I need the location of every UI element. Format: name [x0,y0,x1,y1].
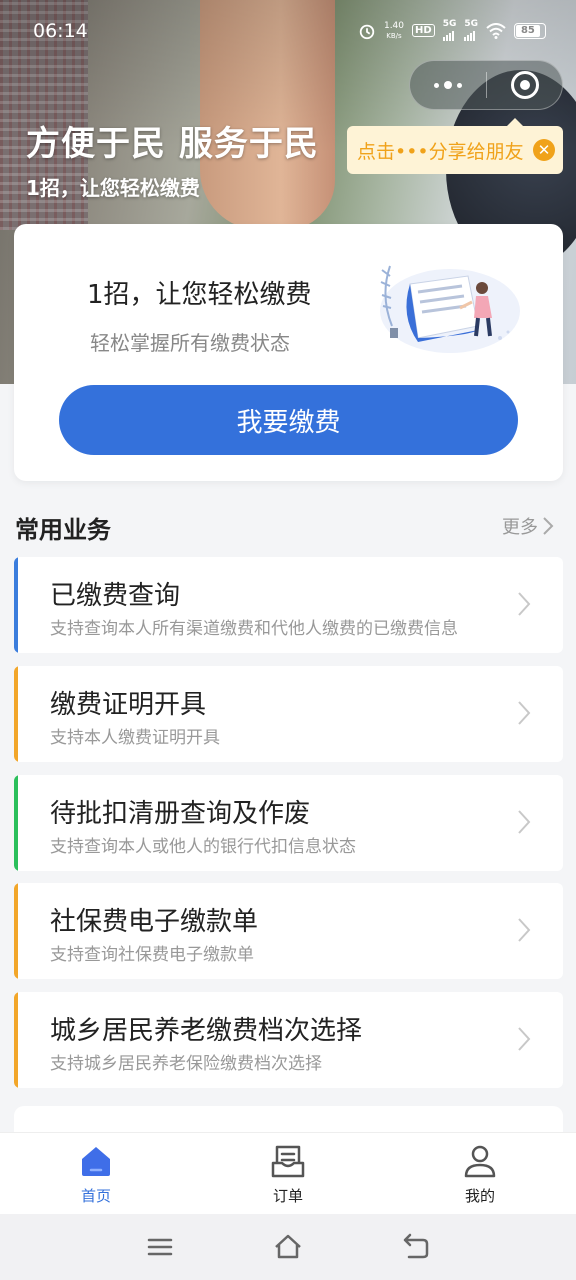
chevron-right-icon [518,592,531,616]
signal-icon: 5G [442,19,457,41]
battery-icon: 85 [514,22,546,39]
share-tip-text: 点击•••分享给朋友 [357,140,524,163]
hero-title: 方便于民 服务于民 [26,124,319,164]
system-nav-bar [0,1214,576,1280]
user-icon [464,1145,496,1178]
sim1-label: 5G [442,19,457,29]
close-miniprogram-button[interactable] [487,71,562,99]
net-speed-unit: KB/s [386,31,402,40]
document-illustration [380,265,520,353]
service-item-pension-level[interactable]: 城乡居民养老缴费档次选择 支持城乡居民养老保险缴费档次选择 [14,992,563,1088]
tab-profile[interactable]: 我的 [384,1133,576,1214]
service-accent-bar [14,992,18,1088]
service-accent-bar [14,666,18,762]
order-icon [271,1145,305,1178]
service-name: 城乡居民养老缴费档次选择 [50,1016,363,1046]
battery-level: 85 [516,24,540,37]
service-item-e-payment-slip[interactable]: 社保费电子缴款单 支持查询社保费电子缴款单 [14,883,563,979]
service-name: 已缴费查询 [50,581,181,611]
tab-label: 订单 [272,1187,303,1205]
pay-card: 1招，让您轻松缴费 轻松掌握所有缴费状态 我要缴费 [14,224,563,481]
more-link[interactable]: 更多 [502,513,554,539]
miniprogram-capsule [409,60,563,110]
service-item-pending-deduction[interactable]: 待批扣清册查询及作废 支持查询本人或他人的银行代扣信息状态 [14,775,563,871]
section-title: 常用业务 [15,516,111,544]
tab-orders[interactable]: 订单 [192,1133,384,1214]
close-icon[interactable]: ✕ [533,139,555,161]
chevron-right-icon [543,517,554,535]
service-item-paid-query[interactable]: 已缴费查询 支持查询本人所有渠道缴费和代他人缴费的已缴费信息 [14,557,563,653]
more-link-label: 更多 [502,517,538,538]
wifi-icon [486,22,506,39]
back-icon [403,1233,429,1259]
home-button[interactable] [272,1231,304,1263]
target-icon [510,71,539,99]
home-outline-icon [275,1234,301,1259]
service-name: 社保费电子缴款单 [50,907,259,937]
chevron-right-icon [518,810,531,834]
hero-subtitle: 1招，让您轻松缴费 [26,176,200,200]
service-accent-bar [14,557,18,653]
pay-now-button[interactable]: 我要缴费 [59,385,518,455]
net-speed: 1.40 KB/s [384,21,404,41]
menu-icon [147,1238,173,1256]
status-bar: 06:14 1.40 KB/s HD 5G 5G 85 [0,0,576,62]
service-item-payment-certificate[interactable]: 缴费证明开具 支持本人缴费证明开具 [14,666,563,762]
tab-bar: 首页 订单 我的 [0,1132,576,1214]
service-note: 支持查询社保费电子缴款单 [50,945,254,965]
status-time: 06:14 [33,20,88,42]
service-note: 支持查询本人或他人的银行代扣信息状态 [50,837,356,857]
sim2-label: 5G [464,19,478,29]
more-menu-button[interactable] [410,61,486,109]
service-accent-bar [14,775,18,871]
tab-home[interactable]: 首页 [0,1133,192,1214]
service-note: 支持城乡居民养老保险缴费档次选择 [50,1054,322,1074]
pay-card-desc: 轻松掌握所有缴费状态 [90,331,290,355]
menu-button[interactable] [144,1231,176,1263]
chevron-right-icon [518,701,531,725]
net-speed-value: 1.40 [383,20,405,31]
service-note: 支持查询本人所有渠道缴费和代他人缴费的已缴费信息 [50,619,458,639]
back-button[interactable] [400,1231,432,1263]
share-tip[interactable]: 点击•••分享给朋友 ✕ [347,118,563,174]
service-name: 缴费证明开具 [50,690,207,720]
service-accent-bar [14,883,18,979]
status-icons: 1.40 KB/s HD 5G 5G 85 [358,20,546,41]
pay-card-title: 1招，让您轻松缴费 [87,280,312,310]
alarm-icon [359,24,375,39]
chevron-right-icon [518,1027,531,1051]
home-icon [82,1147,110,1176]
service-note: 支持本人缴费证明开具 [50,728,220,748]
chevron-right-icon [518,918,531,942]
service-name: 待批扣清册查询及作废 [50,799,311,829]
hd-icon: HD [412,24,435,37]
signal-icon: 5G [464,20,478,41]
tab-label: 我的 [464,1187,495,1205]
tab-label: 首页 [80,1187,111,1205]
